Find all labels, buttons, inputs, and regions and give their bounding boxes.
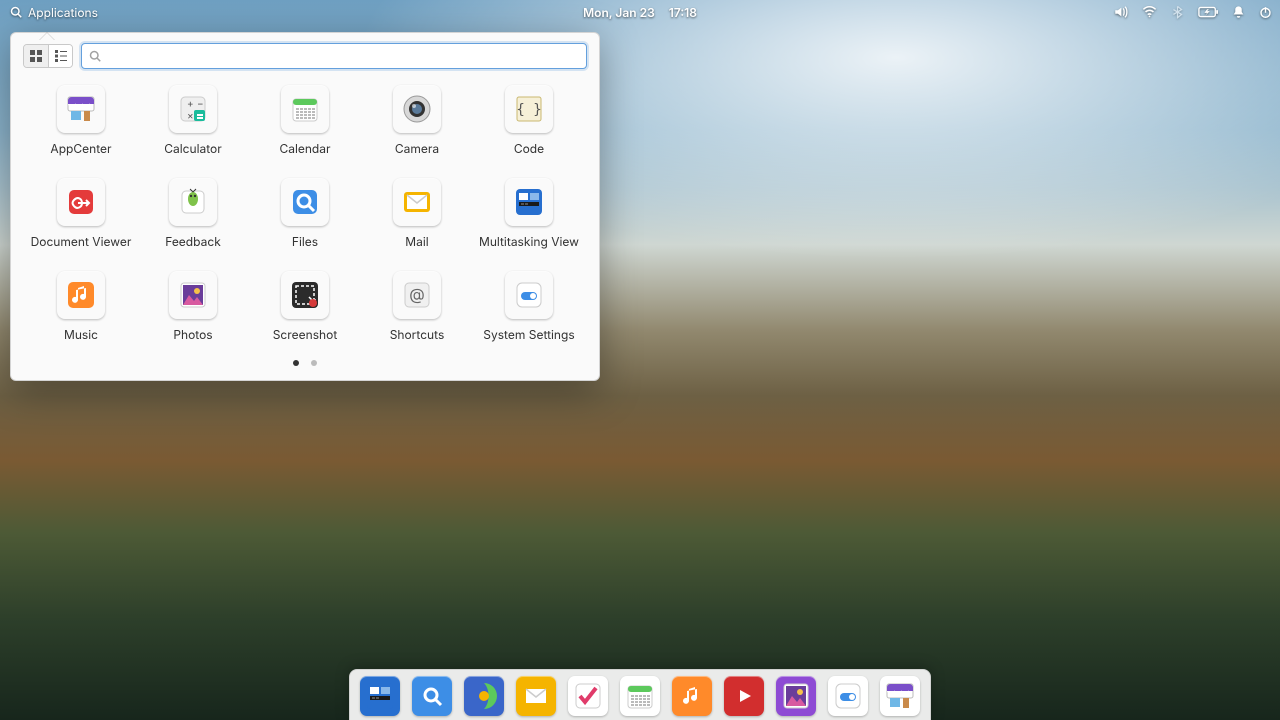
dock-files[interactable] [412, 676, 452, 716]
document-viewer-icon [57, 178, 105, 226]
wifi-icon[interactable] [1142, 5, 1157, 19]
app-label: Music [64, 327, 98, 342]
page-indicator [11, 352, 599, 380]
app-label: Camera [395, 141, 439, 156]
app-code[interactable]: { } Code [473, 85, 585, 156]
mail-icon [393, 178, 441, 226]
app-multitasking-view[interactable]: Multitasking View [473, 178, 585, 249]
appcenter-icon [57, 85, 105, 133]
music-icon [57, 271, 105, 319]
search-icon [10, 6, 22, 18]
app-mail[interactable]: Mail [361, 178, 473, 249]
dock-web-browser[interactable] [464, 676, 504, 716]
view-mode-toggle [23, 44, 73, 68]
app-appcenter[interactable]: AppCenter [25, 85, 137, 156]
search-icon [89, 50, 101, 62]
app-screenshot[interactable]: Screenshot [249, 271, 361, 342]
applications-popover: AppCenter +−× Calculator Calendar Camera { } C… [10, 32, 600, 381]
panel-time[interactable]: 17:18 [669, 5, 697, 20]
app-calendar[interactable]: Calendar [249, 85, 361, 156]
app-photos[interactable]: Photos [137, 271, 249, 342]
app-search-input[interactable] [81, 43, 587, 69]
dock-photos[interactable] [776, 676, 816, 716]
dock-videos[interactable] [724, 676, 764, 716]
app-feedback[interactable]: Feedback [137, 178, 249, 249]
battery-charging-icon[interactable] [1198, 6, 1218, 18]
app-label: Document Viewer [31, 234, 132, 249]
app-label: Files [292, 234, 318, 249]
page-dot-1[interactable] [293, 360, 299, 366]
app-label: Photos [173, 327, 212, 342]
application-grid: AppCenter +−× Calculator Calendar Camera { } C… [11, 79, 599, 352]
app-label: Code [514, 141, 544, 156]
shortcuts-icon: @ [393, 271, 441, 319]
camera-icon [393, 85, 441, 133]
app-label: System Settings [483, 327, 574, 342]
dock [349, 669, 931, 720]
system-settings-icon [505, 271, 553, 319]
grid-icon [30, 50, 42, 62]
page-dot-2[interactable] [311, 360, 317, 366]
dock-appcenter[interactable] [880, 676, 920, 716]
app-music[interactable]: Music [25, 271, 137, 342]
app-label: Multitasking View [479, 234, 579, 249]
bluetooth-disabled-icon[interactable] [1171, 5, 1184, 19]
svg-text:+: + [187, 98, 194, 110]
grid-view-button[interactable] [24, 45, 48, 67]
svg-text:×: × [187, 110, 194, 122]
dock-system-settings[interactable] [828, 676, 868, 716]
multitasking-view-icon [505, 178, 553, 226]
dock-mail[interactable] [516, 676, 556, 716]
app-document-viewer[interactable]: Document Viewer [25, 178, 137, 249]
panel-date[interactable]: Mon, Jan 23 [583, 5, 655, 20]
svg-text:{ }: { } [516, 102, 541, 118]
app-files[interactable]: Files [249, 178, 361, 249]
app-calculator[interactable]: +−× Calculator [137, 85, 249, 156]
svg-text:@: @ [409, 284, 424, 304]
list-view-button[interactable] [48, 45, 72, 67]
app-label: Shortcuts [390, 327, 445, 342]
dock-calendar[interactable] [620, 676, 660, 716]
code-icon: { } [505, 85, 553, 133]
system-tray [1113, 5, 1272, 19]
svg-text:−: − [197, 98, 204, 110]
calculator-icon: +−× [169, 85, 217, 133]
power-icon[interactable] [1259, 5, 1272, 19]
app-label: Screenshot [273, 327, 338, 342]
dock-multitasking-view[interactable] [360, 676, 400, 716]
applications-label: Applications [28, 5, 98, 20]
app-label: Mail [405, 234, 428, 249]
app-label: Feedback [165, 234, 221, 249]
notifications-icon[interactable] [1232, 5, 1245, 19]
app-shortcuts[interactable]: @ Shortcuts [361, 271, 473, 342]
feedback-icon [169, 178, 217, 226]
top-panel: Applications Mon, Jan 23 17:18 [0, 0, 1280, 24]
calendar-icon [281, 85, 329, 133]
dock-music[interactable] [672, 676, 712, 716]
screenshot-icon [281, 271, 329, 319]
photos-icon [169, 271, 217, 319]
app-camera[interactable]: Camera [361, 85, 473, 156]
files-icon [281, 178, 329, 226]
app-label: AppCenter [50, 141, 111, 156]
app-label: Calendar [279, 141, 330, 156]
app-system-settings[interactable]: System Settings [473, 271, 585, 342]
volume-icon[interactable] [1113, 5, 1128, 19]
list-icon [55, 50, 67, 62]
app-label: Calculator [164, 141, 222, 156]
applications-menu-button[interactable]: Applications [0, 0, 108, 24]
dock-tasks[interactable] [568, 676, 608, 716]
